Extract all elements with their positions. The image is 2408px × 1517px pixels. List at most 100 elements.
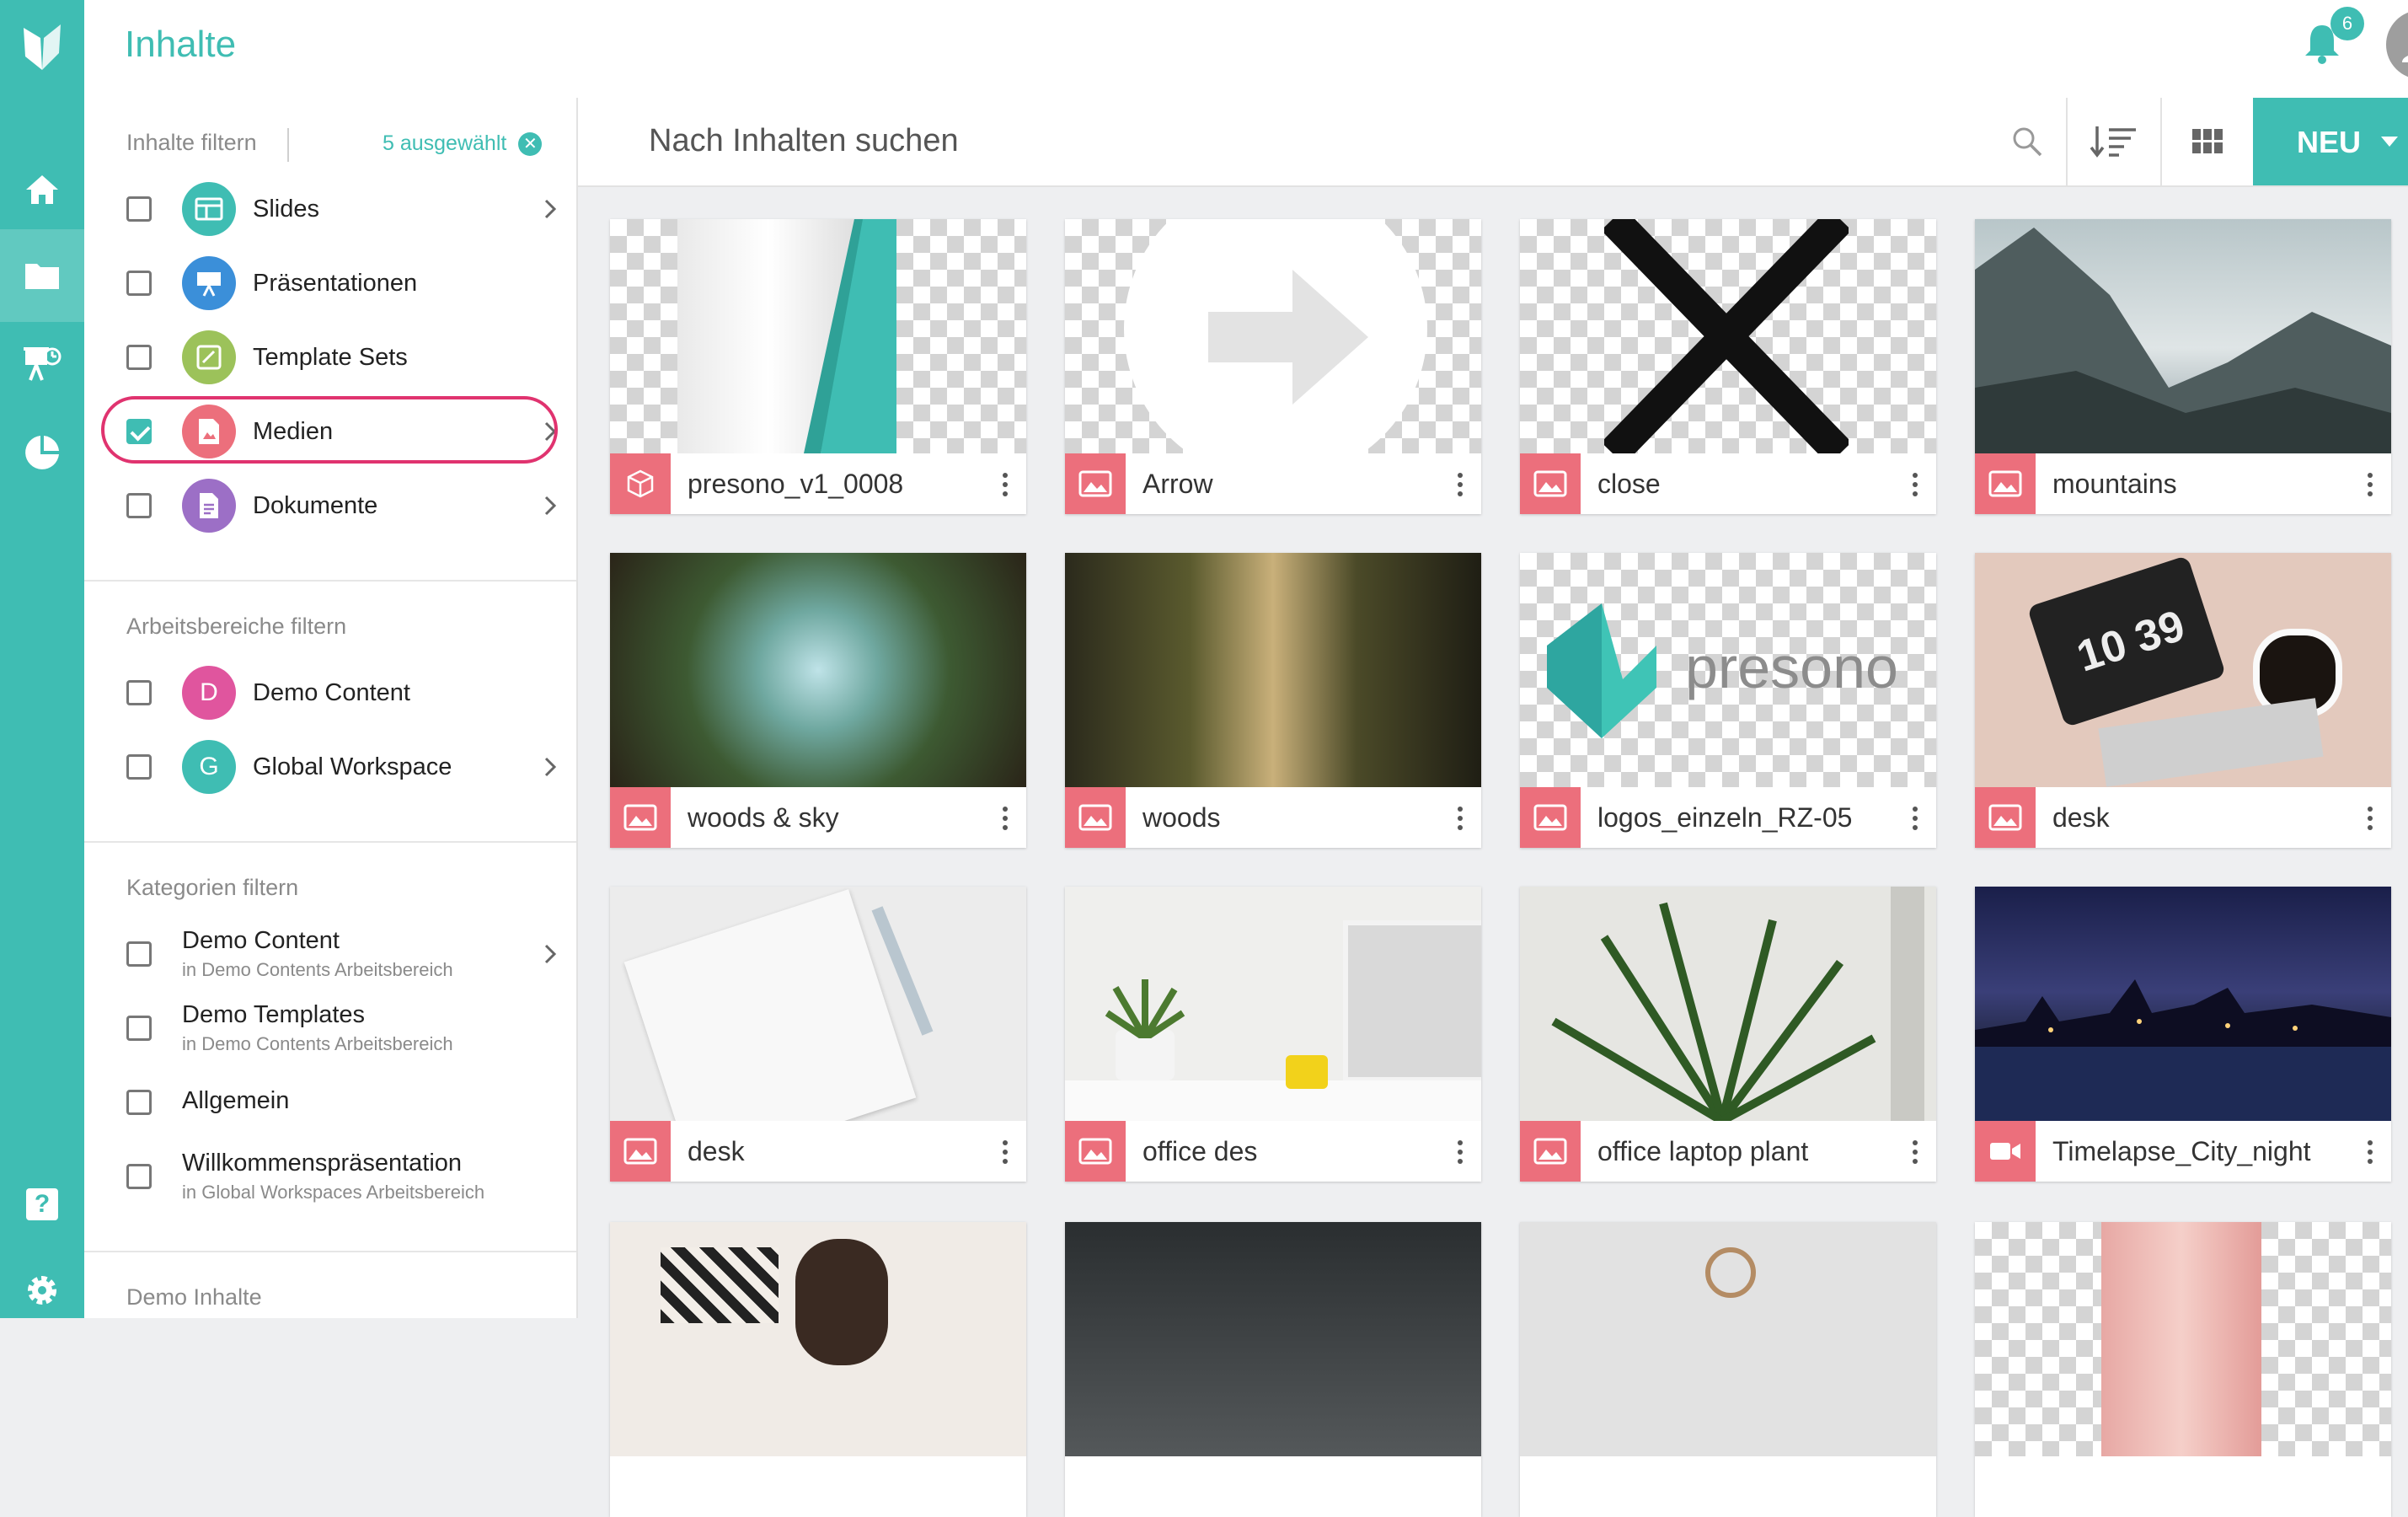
- user-icon: [2402, 56, 2408, 62]
- document-icon: [182, 479, 236, 533]
- card-thumbnail[interactable]: 10 39: [1975, 553, 2391, 787]
- checkbox[interactable]: [126, 271, 152, 296]
- card-thumbnail[interactable]: [1065, 219, 1481, 453]
- more-vert-icon[interactable]: [1458, 472, 1463, 497]
- home-icon[interactable]: [0, 143, 84, 236]
- cube-icon: [610, 453, 671, 514]
- image-icon: [1065, 1121, 1126, 1182]
- checkbox[interactable]: [126, 196, 152, 222]
- card-thumbnail[interactable]: presono: [1520, 553, 1936, 787]
- media-card[interactable]: [610, 1222, 1026, 1517]
- caret-down-icon[interactable]: [2381, 137, 2398, 147]
- card-thumbnail[interactable]: [610, 553, 1026, 787]
- media-card[interactable]: 10 39 desk: [1975, 553, 2391, 848]
- card-footer: mountains: [1975, 453, 2391, 514]
- avatar[interactable]: [2386, 10, 2408, 79]
- notification-button[interactable]: 6: [2304, 7, 2364, 69]
- workspace-item-global[interactable]: G Global Workspace: [126, 733, 557, 801]
- filter-item-presentations[interactable]: Präsentationen: [126, 249, 556, 317]
- media-card[interactable]: mountains: [1975, 219, 2391, 514]
- chevron-right-icon[interactable]: [539, 194, 563, 224]
- more-vert-icon[interactable]: [1458, 806, 1463, 831]
- media-card[interactable]: [1065, 1222, 1481, 1517]
- filter-item-template-sets[interactable]: Template Sets: [126, 324, 556, 391]
- media-card[interactable]: woods: [1065, 553, 1481, 848]
- sort-button[interactable]: [2066, 98, 2160, 185]
- checkbox[interactable]: [126, 493, 152, 518]
- checkbox[interactable]: [126, 1016, 152, 1041]
- workspace-avatar: G: [182, 740, 236, 794]
- media-card[interactable]: Arrow: [1065, 219, 1481, 514]
- media-card[interactable]: presono_v1_0008: [610, 219, 1026, 514]
- filter-item-documents[interactable]: Dokumente: [126, 472, 557, 539]
- category-item-demo-content[interactable]: Demo Content in Demo Contents Arbeitsber…: [126, 920, 557, 988]
- filter-item-slides[interactable]: Slides: [126, 175, 557, 243]
- card-thumbnail[interactable]: [1065, 1222, 1481, 1456]
- card-title: Arrow: [1142, 469, 1213, 499]
- chevron-right-icon[interactable]: [539, 939, 563, 969]
- checkbox[interactable]: [126, 1090, 152, 1115]
- chevron-right-icon[interactable]: [539, 490, 563, 521]
- media-card[interactable]: woods & sky: [610, 553, 1026, 848]
- checkbox[interactable]: [126, 754, 152, 780]
- card-thumbnail[interactable]: [1520, 1222, 1936, 1456]
- card-footer: logos_einzeln_RZ-05: [1520, 787, 1936, 848]
- card-thumbnail[interactable]: [1520, 887, 1936, 1125]
- card-title: close: [1597, 469, 1661, 499]
- media-card[interactable]: office des: [1065, 887, 1481, 1182]
- card-thumbnail[interactable]: [1975, 1222, 2391, 1456]
- media-card[interactable]: desk: [610, 887, 1026, 1182]
- presentation-icon[interactable]: [0, 319, 84, 411]
- category-item-allgemein[interactable]: Allgemein: [126, 1069, 556, 1136]
- folder-icon[interactable]: [0, 229, 84, 322]
- workspace-item-demo-content[interactable]: D Demo Content: [126, 659, 556, 726]
- card-thumbnail[interactable]: [610, 887, 1026, 1171]
- card-thumbnail[interactable]: [1520, 219, 1936, 453]
- more-vert-icon[interactable]: [1003, 1139, 1008, 1165]
- card-thumbnail[interactable]: [610, 1222, 1026, 1456]
- more-vert-icon[interactable]: [2368, 806, 2373, 831]
- filter-item-label: Präsentationen: [253, 270, 418, 297]
- checkbox[interactable]: [126, 680, 152, 705]
- category-item-demo-templates[interactable]: Demo Templates in Demo Contents Arbeitsb…: [126, 994, 556, 1062]
- more-vert-icon[interactable]: [1003, 472, 1008, 497]
- gear-icon[interactable]: [0, 1244, 84, 1337]
- card-thumbnail[interactable]: [610, 219, 1026, 453]
- media-card[interactable]: presono logos_einzeln_RZ-05: [1520, 553, 1936, 848]
- card-title: office des: [1142, 1136, 1258, 1166]
- media-card[interactable]: Timelapse_City_night: [1975, 887, 2391, 1182]
- help-icon[interactable]: ?: [0, 1158, 84, 1251]
- filter-item-label: Dokumente: [253, 492, 378, 519]
- checkbox[interactable]: [126, 345, 152, 370]
- checkbox[interactable]: [126, 941, 152, 967]
- more-vert-icon[interactable]: [1003, 806, 1008, 831]
- selected-count[interactable]: 5 ausgewählt ✕: [383, 131, 543, 156]
- more-vert-icon[interactable]: [2368, 1139, 2373, 1165]
- card-thumbnail[interactable]: [1065, 887, 1481, 1121]
- category-item-welcome[interactable]: Willkommenspräsentation in Global Worksp…: [126, 1143, 556, 1210]
- more-vert-icon[interactable]: [1458, 1139, 1463, 1165]
- card-title: logos_einzeln_RZ-05: [1597, 802, 1853, 833]
- grid-view-button[interactable]: [2160, 98, 2253, 185]
- search-button[interactable]: [1992, 98, 2063, 185]
- media-card[interactable]: office laptop plant: [1520, 887, 1936, 1182]
- card-thumbnail[interactable]: [1975, 219, 2391, 453]
- card-thumbnail[interactable]: [1975, 887, 2391, 1121]
- new-button[interactable]: NEU: [2253, 98, 2408, 185]
- selected-count-label: 5 ausgewählt: [383, 131, 507, 155]
- more-vert-icon[interactable]: [1913, 472, 1918, 497]
- media-card[interactable]: close: [1520, 219, 1936, 514]
- presono-logo-icon[interactable]: [0, 0, 84, 98]
- more-vert-icon[interactable]: [1913, 1139, 1918, 1165]
- checkbox[interactable]: [126, 1164, 152, 1189]
- notification-badge: 6: [2330, 7, 2364, 40]
- more-vert-icon[interactable]: [1913, 806, 1918, 831]
- pie-chart-icon[interactable]: [0, 406, 84, 499]
- more-vert-icon[interactable]: [2368, 472, 2373, 497]
- clear-selection-icon[interactable]: ✕: [518, 131, 543, 156]
- media-card[interactable]: [1520, 1222, 1936, 1517]
- search-input[interactable]: Nach Inhalten suchen: [649, 123, 959, 159]
- chevron-right-icon[interactable]: [539, 752, 563, 782]
- media-card[interactable]: [1975, 1222, 2391, 1517]
- card-thumbnail[interactable]: [1065, 553, 1481, 787]
